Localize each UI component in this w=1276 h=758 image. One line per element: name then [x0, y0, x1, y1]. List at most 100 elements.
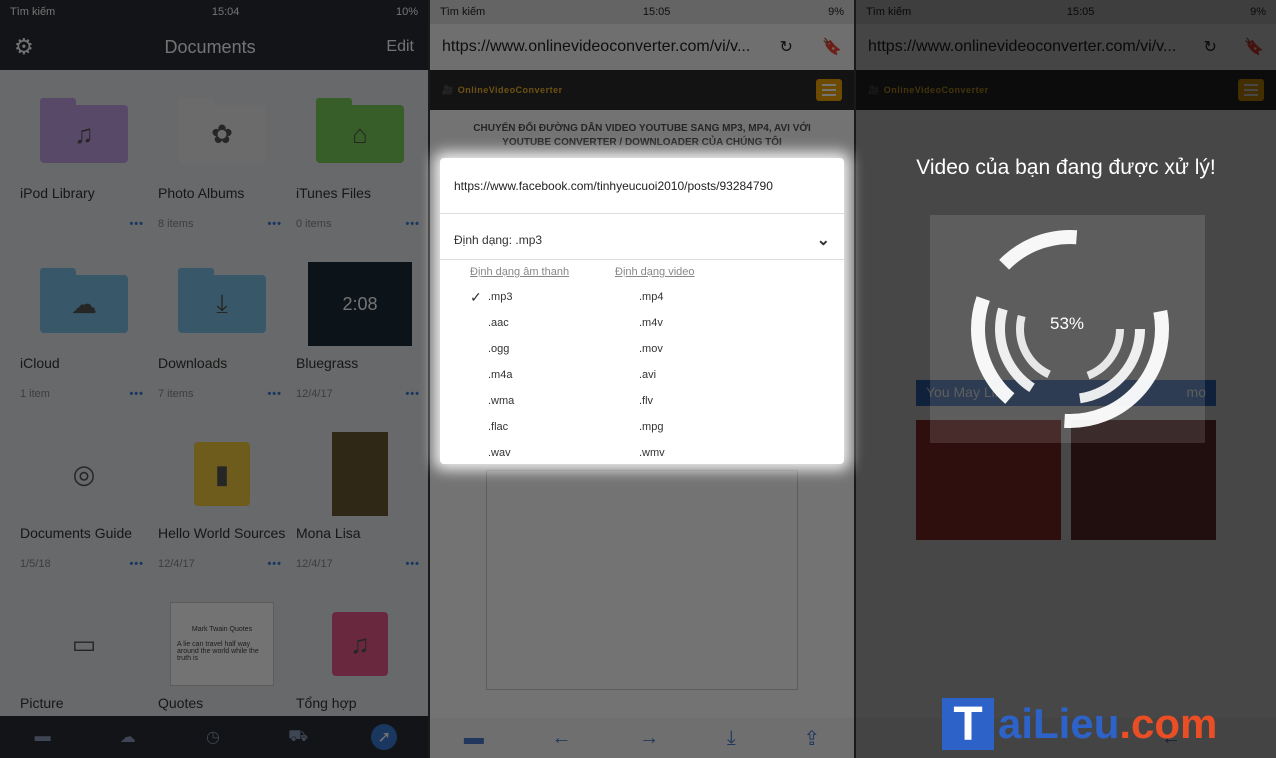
audio-format-option[interactable]: .wma: [470, 388, 615, 414]
video-format-option[interactable]: .flv: [615, 388, 760, 414]
file-item[interactable]: ⌂ iTunes Files 0 items •••: [296, 78, 424, 246]
recent-tab-icon[interactable]: ◷: [201, 727, 225, 747]
music-folder-icon: ♫: [40, 98, 128, 163]
more-options-icon[interactable]: •••: [267, 388, 282, 400]
text-file-icon: Mark Twain Quotes A lie can travel half w…: [170, 602, 274, 686]
video-format-option[interactable]: .wmv: [615, 440, 760, 466]
reload-icon[interactable]: ↻: [1203, 37, 1216, 57]
file-item[interactable]: ☁ iCloud 1 item •••: [20, 248, 148, 416]
quote-title: Mark Twain Quotes: [191, 626, 253, 633]
video-format-option-label: .mov: [639, 343, 663, 355]
forward-arrow-icon[interactable]: →: [639, 727, 659, 750]
browser-compass-icon[interactable]: ➚: [371, 724, 398, 750]
folder-icon[interactable]: ▬: [464, 727, 484, 750]
url-text[interactable]: https://www.onlinevideoconverter.com/vi/…: [868, 38, 1176, 56]
share-icon[interactable]: ⇪: [803, 726, 820, 751]
video-format-option[interactable]: .mov: [615, 336, 760, 362]
logo-text: OnlineVideoConverter: [883, 85, 989, 95]
download-folder-icon: ⤓: [178, 268, 266, 333]
documents-app: Tìm kiếm 15:04 10% ⚙ Documents Edit ♫ iPo…: [0, 0, 428, 758]
check-icon: ✓: [470, 289, 482, 305]
more-options-icon[interactable]: •••: [405, 388, 420, 400]
cloud-folder-icon: ☁: [40, 268, 128, 333]
file-meta: 7 items: [158, 388, 194, 400]
video-format-option-label: .mp4: [639, 291, 664, 303]
logo-text: OnlineVideoConverter: [457, 85, 563, 95]
progress-percent: 53%: [1050, 314, 1085, 333]
hamburger-menu-icon[interactable]: [816, 79, 842, 101]
video-format-option[interactable]: .mpg: [615, 414, 760, 440]
video-format-option-label: .flv: [639, 395, 654, 407]
photos-folder-icon: ✿: [178, 98, 266, 163]
more-options-icon[interactable]: •••: [129, 218, 144, 230]
status-carrier: Tìm kiếm: [10, 6, 56, 18]
status-time: 15:05: [642, 6, 671, 18]
reload-icon[interactable]: ↻: [779, 37, 792, 57]
audio-format-option[interactable]: .flac: [470, 414, 615, 440]
back-arrow-icon[interactable]: ←: [552, 727, 572, 750]
bookmark-icon[interactable]: 🔖: [1244, 37, 1264, 57]
url-text[interactable]: https://www.onlinevideoconverter.com/vi/…: [442, 38, 750, 56]
video-format-option[interactable]: .m4v: [615, 310, 760, 336]
address-bar[interactable]: https://www.onlinevideoconverter.com/vi/…: [430, 24, 854, 70]
file-item[interactable]: ◎ Documents Guide 1/5/18 •••: [20, 418, 148, 586]
cloud-tab-icon[interactable]: ☁: [116, 727, 140, 747]
store-tab-icon[interactable]: ⛟: [286, 727, 310, 747]
file-meta: 1 item: [20, 388, 50, 400]
file-item[interactable]: ♫ iPod Library •••: [20, 78, 148, 246]
site-logo[interactable]: 🎥 OnlineVideoConverter: [868, 85, 989, 96]
file-item[interactable]: ▮ Hello World Sources 12/4/17 •••: [158, 418, 286, 586]
tab-bar: ▬ ☁ ◷ ⛟ ➚: [0, 716, 428, 758]
file-name: iPod Library: [20, 185, 95, 201]
watermark-main: aiLieu: [998, 700, 1120, 747]
audio-format-option-label: .aac: [488, 317, 509, 329]
watermark-logo: T aiLieu.com: [942, 690, 1272, 758]
video-format-option-label: .avi: [639, 369, 657, 381]
file-item[interactable]: Mona Lisa 12/4/17 •••: [296, 418, 424, 586]
audio-format-option[interactable]: .m4a: [470, 362, 615, 388]
file-item[interactable]: 2:08 Bluegrass 12/4/17 •••: [296, 248, 424, 416]
audio-format-option-label: .wav: [488, 447, 511, 459]
more-options-icon[interactable]: •••: [267, 558, 282, 570]
file-item[interactable]: ⤓ Downloads 7 items •••: [158, 248, 286, 416]
audio-format-option-label: .m4a: [488, 369, 513, 381]
video-format-option[interactable]: .mp4: [615, 284, 760, 310]
site-header: 🎥 OnlineVideoConverter: [856, 70, 1276, 110]
chevron-down-icon[interactable]: ⌄: [817, 230, 830, 250]
file-name: Tổng hợp: [296, 695, 357, 711]
format-dropdown[interactable]: Định dạng: .mp3 ⌄: [440, 220, 844, 260]
video-url-input[interactable]: https://www.facebook.com/tinhyeucuoi2010…: [440, 158, 844, 214]
address-bar[interactable]: https://www.onlinevideoconverter.com/vi/…: [856, 24, 1276, 70]
audio-format-option[interactable]: .wav: [470, 440, 615, 466]
hamburger-menu-icon[interactable]: [1238, 79, 1264, 101]
video-format-option[interactable]: .avi: [615, 362, 760, 388]
watermark-t: T: [942, 698, 994, 751]
more-options-icon[interactable]: •••: [267, 218, 282, 230]
film-camera-icon: 🎥: [868, 84, 880, 95]
more-options-icon[interactable]: •••: [129, 558, 144, 570]
picture-file-icon: ▭: [56, 612, 112, 676]
documents-tab-icon[interactable]: ▬: [31, 727, 55, 747]
status-carrier: Tìm kiếm: [866, 6, 912, 18]
audio-format-option[interactable]: .aac: [470, 310, 615, 336]
page-title: Documents: [164, 36, 256, 57]
bookmark-icon[interactable]: 🔖: [822, 37, 842, 57]
settings-gear-icon[interactable]: ⚙: [14, 34, 34, 60]
status-bar: Tìm kiếm 15:05 9%: [430, 0, 854, 24]
file-item[interactable]: ✿ Photo Albums 8 items •••: [158, 78, 286, 246]
status-bar: Tìm kiếm 15:04 10%: [0, 0, 428, 24]
audio-format-option[interactable]: ✓ .mp3: [470, 284, 615, 310]
music-file-icon: ♫: [332, 612, 388, 676]
file-name: Documents Guide: [20, 525, 133, 541]
file-name: iCloud: [20, 355, 60, 371]
quote-text: A lie can travel half way around the wor…: [177, 641, 259, 662]
audio-format-option[interactable]: .ogg: [470, 336, 615, 362]
edit-button[interactable]: Edit: [386, 38, 414, 56]
more-options-icon[interactable]: •••: [405, 558, 420, 570]
itunes-folder-icon: ⌂: [316, 98, 404, 163]
status-time: 15:04: [211, 6, 240, 18]
site-logo[interactable]: 🎥 OnlineVideoConverter: [442, 85, 563, 96]
download-icon[interactable]: ⤓: [727, 727, 736, 750]
more-options-icon[interactable]: •••: [129, 388, 144, 400]
more-options-icon[interactable]: •••: [405, 218, 420, 230]
